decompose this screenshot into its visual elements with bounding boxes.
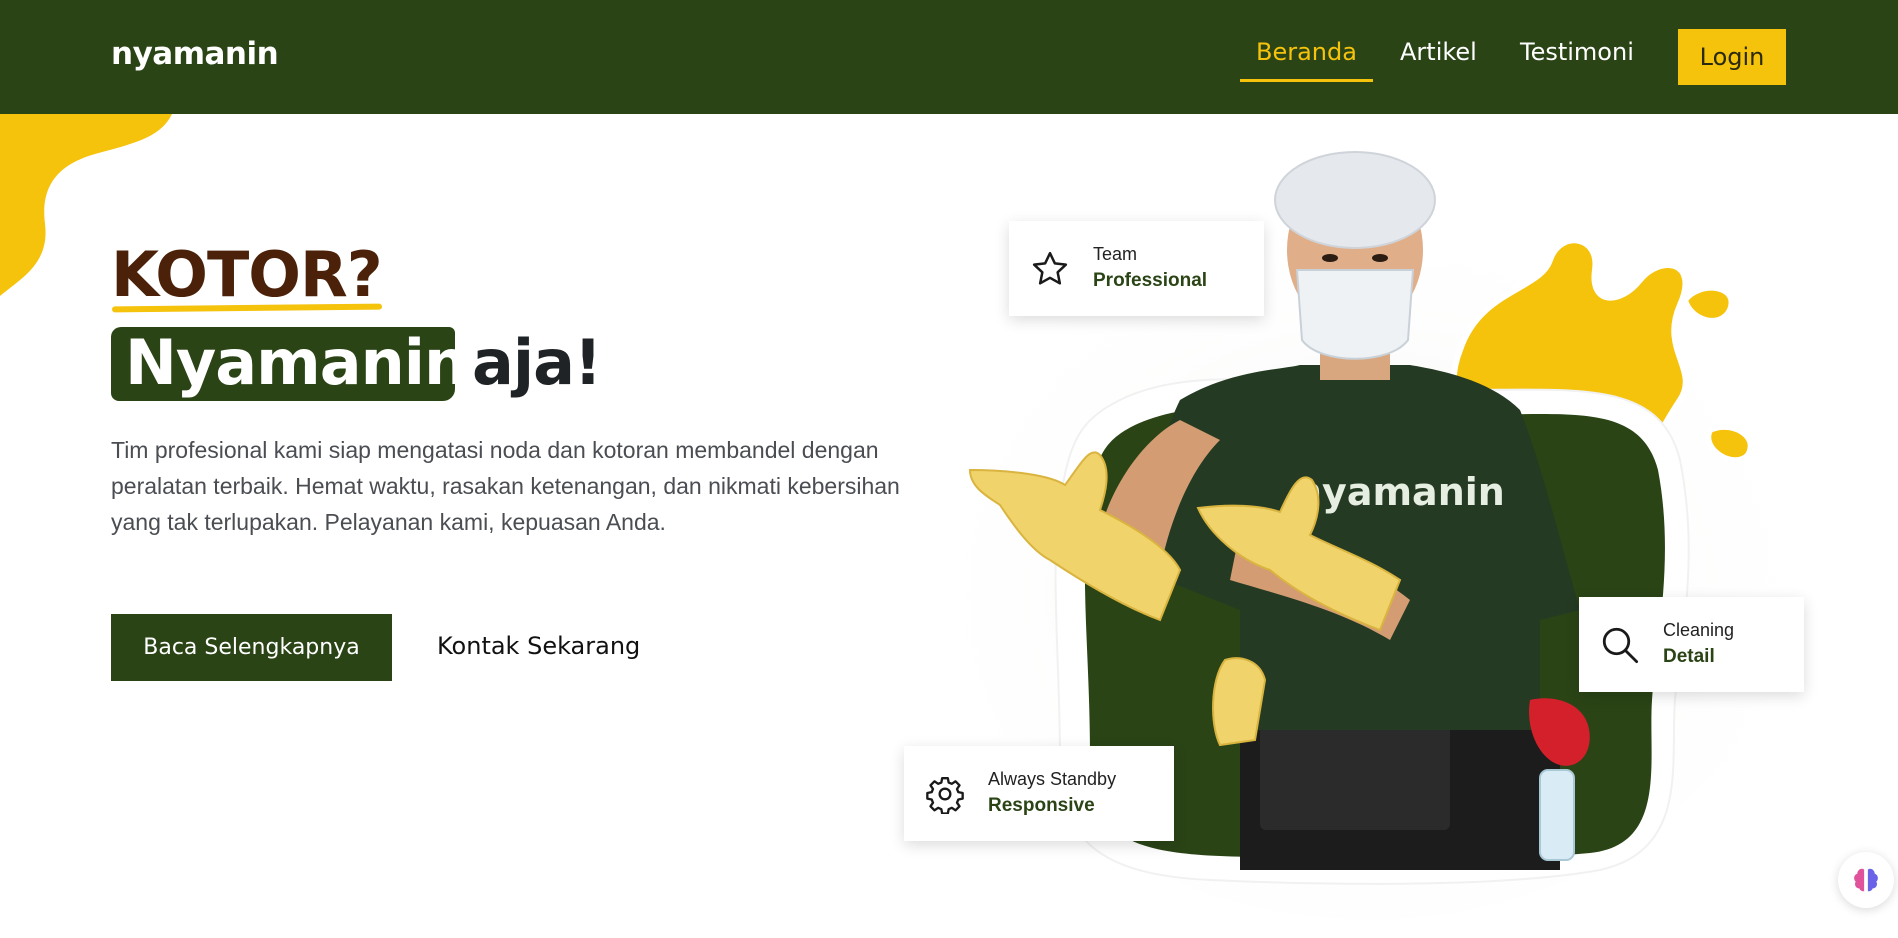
card-team-title: Professional	[1093, 269, 1208, 291]
navbar: nyamanin Beranda Artikel Testimoni Login	[0, 0, 1898, 114]
card-standby-caption: Always Standby	[988, 768, 1117, 789]
read-more-button[interactable]: Baca Selengkapnya	[111, 614, 392, 681]
gear-icon	[922, 771, 968, 817]
card-cleaning-caption: Cleaning	[1663, 619, 1735, 640]
card-cleaning-title: Detail	[1663, 645, 1715, 667]
card-standby-title: Responsive	[988, 794, 1095, 816]
feature-card-cleaning: Cleaning Detail	[1579, 597, 1804, 692]
hero-heading-aja: aja!	[472, 326, 602, 399]
hero-heading-kotor: KOTOR?	[111, 238, 383, 311]
star-icon	[1027, 246, 1073, 292]
contact-now-button[interactable]: Kontak Sekarang	[437, 632, 640, 660]
feature-card-team: Team Professional	[1009, 221, 1264, 316]
card-team-caption: Team	[1093, 243, 1138, 264]
shirt-logo-text: nyamanin	[1295, 470, 1505, 514]
nav-link-beranda[interactable]: Beranda	[1256, 38, 1357, 66]
nav-active-indicator	[1240, 79, 1373, 82]
search-icon	[1597, 622, 1643, 668]
hero-heading-highlight: Nyamanin	[125, 326, 468, 399]
assistant-brain-icon[interactable]	[1838, 852, 1894, 908]
nav-link-artikel[interactable]: Artikel	[1400, 38, 1477, 66]
feature-card-standby: Always Standby Responsive	[904, 746, 1174, 841]
brand-logo[interactable]: nyamanin	[111, 36, 279, 72]
hero-description: Tim profesional kami siap mengatasi noda…	[111, 437, 900, 535]
login-button[interactable]: Login	[1678, 29, 1786, 85]
nav-link-testimoni[interactable]: Testimoni	[1520, 38, 1634, 66]
